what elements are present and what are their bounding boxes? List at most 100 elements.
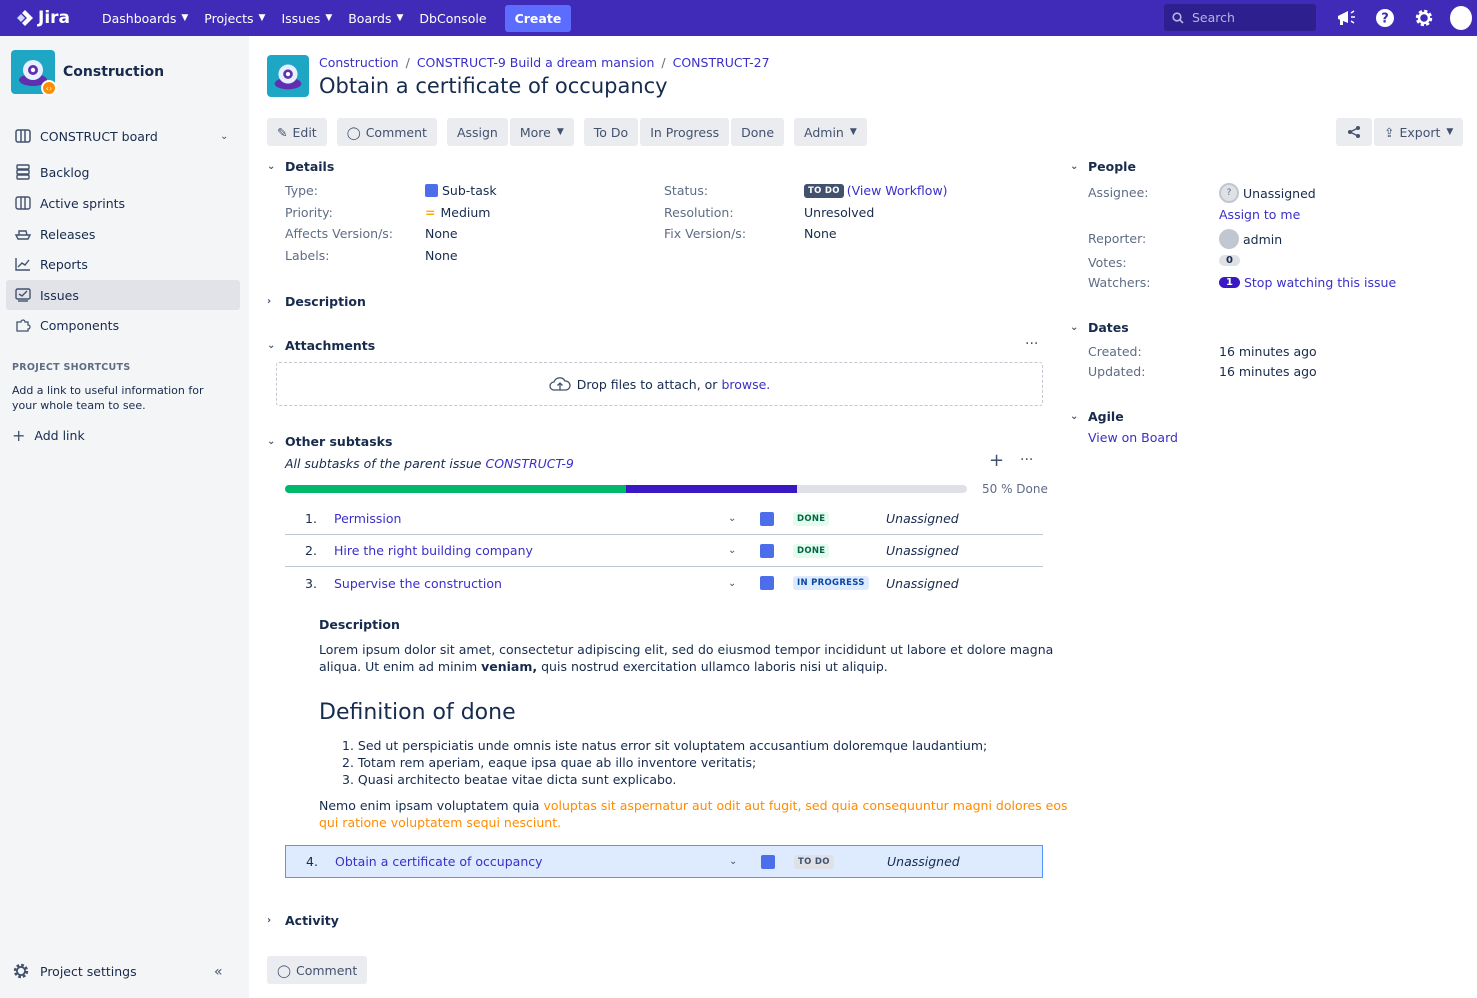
sidebar-item-components[interactable]: Components — [6, 310, 240, 340]
subtask-summary-link[interactable]: Permission — [334, 511, 401, 526]
votes-value[interactable]: 0 — [1219, 255, 1240, 266]
jira-logo[interactable]: Jira — [16, 8, 88, 28]
settings-gear-icon[interactable] — [1413, 7, 1435, 29]
top-navigation: Jira Dashboards ▼ Projects ▼ Issues ▼ Board… — [0, 0, 1477, 36]
share-button[interactable] — [1336, 118, 1372, 146]
chevron-down-icon[interactable]: ⌄ — [728, 545, 736, 556]
view-workflow-link[interactable]: (View Workflow) — [847, 183, 948, 198]
subtask-row-current[interactable]: 4. Obtain a certificate of occupancy ⌄ T… — [285, 845, 1043, 878]
puzzle-icon — [14, 316, 32, 334]
chevron-down-icon: ▼ — [849, 127, 857, 137]
chevron-down-icon: ▼ — [325, 13, 333, 23]
people-toggle[interactable]: ⌄ People — [1070, 159, 1136, 174]
priority-value-text: Medium — [440, 205, 491, 220]
more-button[interactable]: More ▼ — [509, 118, 574, 146]
add-subtask-icon[interactable]: + — [989, 450, 1004, 471]
attachments-more-icon[interactable]: ··· — [1025, 336, 1038, 352]
assign-button[interactable]: Assign — [446, 118, 508, 146]
assignee-value-text: Unassigned — [1243, 185, 1316, 201]
sidebar-item-label: Issues — [40, 287, 79, 303]
menu-projects[interactable]: Projects ▼ — [204, 11, 265, 26]
menu-boards[interactable]: Boards ▼ — [348, 11, 403, 26]
menu-issues[interactable]: Issues ▼ — [281, 11, 332, 26]
progress-inprogress-segment — [626, 485, 797, 493]
comment-button[interactable]: ◯ Comment — [336, 118, 437, 146]
share-icon — [1348, 126, 1360, 138]
subtask-number: 3. — [305, 575, 317, 591]
add-comment-label: Comment — [296, 962, 358, 978]
subtasks-toggle[interactable]: ⌄ Other subtasks — [267, 434, 392, 449]
breadcrumb-parent-issue[interactable]: CONSTRUCT-9 Build a dream mansion — [417, 55, 655, 70]
subtask-icon — [760, 511, 774, 526]
sidebar-board-selector[interactable]: CONSTRUCT board ⌄ — [6, 121, 240, 151]
subtask-assignee: Unassigned — [887, 854, 960, 869]
subtask-row[interactable]: 3. Supervise the construction ⌄ IN PROGR… — [285, 567, 1043, 599]
activity-toggle[interactable]: › Activity — [267, 913, 339, 928]
subtask-summary-link[interactable]: Supervise the construction — [334, 576, 502, 591]
add-comment-button[interactable]: ◯ Comment — [267, 956, 368, 984]
edit-button[interactable]: ✎ Edit — [267, 118, 327, 146]
attachment-dropzone[interactable]: Drop files to attach, or browse. — [276, 362, 1043, 406]
breadcrumb-separator: / — [661, 55, 666, 70]
project-header[interactable]: ‹› Construction — [11, 50, 164, 96]
project-settings-label: Project settings — [40, 963, 137, 979]
create-button[interactable]: Create — [504, 4, 572, 32]
sidebar-item-active-sprints[interactable]: Active sprints — [6, 188, 240, 218]
breadcrumb-project[interactable]: Construction — [319, 55, 399, 70]
notifications-icon[interactable] — [1335, 7, 1357, 29]
export-button[interactable]: ⇪ Export ▼ — [1374, 118, 1464, 146]
help-icon[interactable]: ? — [1374, 7, 1396, 29]
chevron-right-icon: › — [267, 296, 272, 307]
collapse-sidebar-icon[interactable]: « — [214, 964, 223, 980]
project-settings-link[interactable]: Project settings — [12, 962, 137, 980]
agile-toggle[interactable]: ⌄ Agile — [1070, 409, 1124, 424]
subtask-summary-link[interactable]: Hire the right building company — [334, 543, 533, 558]
subtasks-more-icon[interactable]: ··· — [1020, 452, 1033, 468]
sidebar-item-issues[interactable]: Issues — [6, 280, 240, 310]
reporter-value: admin — [1219, 229, 1282, 249]
chart-icon — [14, 255, 32, 273]
search-placeholder: Search — [1192, 10, 1235, 25]
menu-dbconsole[interactable]: DbConsole — [419, 11, 486, 26]
details-toggle[interactable]: ⌄ Details — [267, 159, 334, 174]
browse-link[interactable]: browse. — [721, 377, 770, 392]
watchers-count-badge[interactable]: 1 — [1219, 277, 1240, 288]
subtask-assignee: Unassigned — [886, 543, 959, 558]
search-input[interactable]: Search — [1164, 4, 1316, 31]
parent-issue-link[interactable]: CONSTRUCT-9 — [485, 456, 573, 471]
activity-heading: Activity — [285, 913, 339, 928]
chevron-down-icon[interactable]: ⌄ — [728, 513, 736, 524]
unassigned-avatar-icon: ? — [1219, 183, 1239, 203]
dates-toggle[interactable]: ⌄ Dates — [1070, 320, 1129, 335]
sidebar-item-backlog[interactable]: Backlog — [6, 157, 240, 187]
user-avatar[interactable] — [1450, 6, 1472, 30]
sidebar-item-releases[interactable]: Releases — [6, 219, 240, 249]
transition-inprogress-button[interactable]: In Progress — [640, 118, 730, 146]
breadcrumb-issue-key[interactable]: CONSTRUCT-27 — [673, 55, 770, 70]
menu-dashboards[interactable]: Dashboards ▼ — [102, 11, 188, 26]
stop-watching-link[interactable]: Stop watching this issue — [1244, 275, 1396, 290]
description-toggle[interactable]: › Description — [267, 294, 366, 309]
transition-done-button[interactable]: Done — [731, 118, 785, 146]
chevron-down-icon: ⌄ — [267, 340, 276, 351]
chevron-down-icon: ⌄ — [220, 130, 229, 142]
admin-button[interactable]: Admin ▼ — [794, 118, 867, 146]
subtask-number: 4. — [306, 854, 318, 869]
chevron-down-icon[interactable]: ⌄ — [729, 856, 737, 867]
assign-to-me-link[interactable]: Assign to me — [1219, 207, 1300, 222]
project-shortcuts-heading: PROJECT SHORTCUTS — [12, 362, 131, 373]
attachments-toggle[interactable]: ⌄ Attachments — [267, 338, 375, 353]
svg-text:?: ? — [1381, 12, 1389, 27]
sidebar-item-reports[interactable]: Reports — [6, 249, 240, 279]
subtask-summary-link[interactable]: Obtain a certificate of occupancy — [335, 854, 543, 869]
add-link-button[interactable]: + Add link — [12, 426, 85, 445]
progress-done-segment — [285, 485, 626, 493]
subtasks-caption: All subtasks of the parent issue CONSTRU… — [285, 456, 574, 471]
view-on-board-link[interactable]: View on Board — [1088, 430, 1178, 445]
chevron-down-icon[interactable]: ⌄ — [728, 578, 736, 589]
transition-todo-button[interactable]: To Do — [583, 118, 639, 146]
attachments-heading: Attachments — [285, 338, 376, 353]
subtask-row[interactable]: 2. Hire the right building company ⌄ DON… — [285, 535, 1043, 567]
subtask-row[interactable]: 1. Permission ⌄ DONE Unassigned — [285, 503, 1043, 535]
chevron-down-icon: ▼ — [181, 13, 189, 23]
